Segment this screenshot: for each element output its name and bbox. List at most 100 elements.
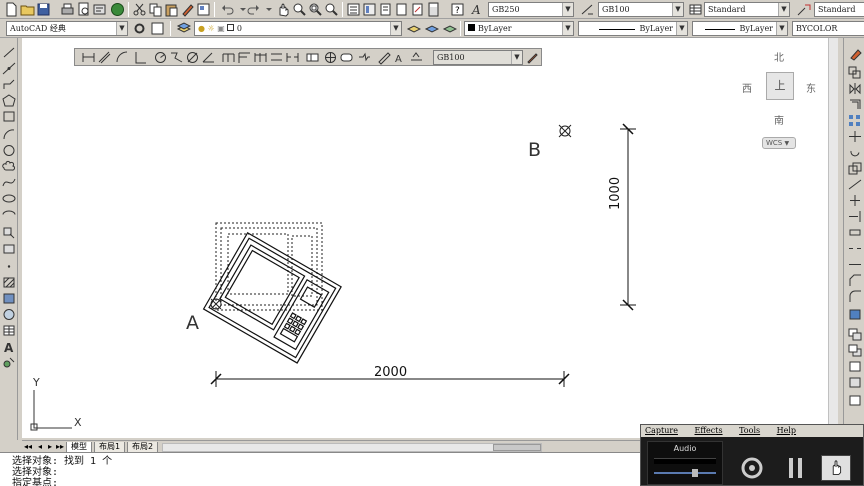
ordinate-dim-icon[interactable] [133, 50, 148, 65]
mirror-icon[interactable] [848, 82, 862, 95]
text-icon[interactable]: A [2, 340, 16, 353]
dim-space-icon[interactable] [269, 50, 284, 65]
color-combo[interactable]: ByLayer ▼ [464, 21, 574, 36]
layer-properties-icon[interactable] [176, 21, 191, 36]
insert-block-icon[interactable] [2, 226, 16, 239]
rectangle-icon[interactable] [2, 110, 16, 123]
explode-icon[interactable] [848, 308, 862, 321]
break-icon[interactable] [848, 242, 862, 255]
extend-icon[interactable] [848, 210, 862, 223]
text-to-front-icon[interactable] [848, 394, 862, 407]
dim-style-manager-icon[interactable] [525, 50, 540, 65]
aligned-dim-icon[interactable] [97, 50, 112, 65]
join-icon[interactable] [848, 258, 862, 271]
layer-combo[interactable]: ● ☼ ▣ 0 ▼ [194, 21, 402, 36]
gradient-icon[interactable] [2, 292, 16, 305]
add-selected-icon[interactable] [2, 356, 16, 369]
delete-recording-icon[interactable] [737, 455, 767, 481]
menu-capture[interactable]: Capture [645, 426, 678, 435]
markup-icon[interactable] [410, 2, 425, 17]
chamfer-icon[interactable] [848, 274, 862, 287]
workspace-save-icon[interactable] [150, 21, 165, 36]
array-icon[interactable] [848, 114, 862, 127]
vertical-scrollbar[interactable] [828, 38, 838, 438]
menu-help[interactable]: Help [777, 426, 796, 435]
lineweight-combo[interactable]: ByLayer ▼ [692, 21, 788, 36]
viewcube-top-face[interactable]: 上 [766, 72, 794, 100]
linear-dim-icon[interactable] [81, 50, 96, 65]
continue-dim-icon[interactable] [253, 50, 268, 65]
angular-dim-icon[interactable] [201, 50, 216, 65]
dim-text-edit-icon[interactable]: A [393, 50, 408, 65]
viewcube-west[interactable]: 西 [742, 80, 752, 95]
menu-tools[interactable]: Tools [739, 426, 760, 435]
scale-icon[interactable] [848, 162, 862, 175]
draworder-above-icon[interactable] [848, 360, 862, 373]
tab-nav-next-icon[interactable]: ▸ [48, 442, 52, 451]
move-icon[interactable] [848, 130, 862, 143]
jogged-linear-icon[interactable] [357, 50, 372, 65]
undo-icon[interactable] [220, 2, 235, 17]
tolerance-icon[interactable] [305, 50, 320, 65]
offset-icon[interactable] [848, 98, 862, 111]
sheet-set-icon[interactable] [394, 2, 409, 17]
arc-icon[interactable] [2, 128, 16, 141]
workspace-settings-icon[interactable] [132, 21, 147, 36]
block-editor-icon[interactable] [196, 2, 211, 17]
command-window[interactable]: 选择对象: 找到 1 个 选择对象: 指定基点: [0, 452, 640, 486]
polygon-icon[interactable] [2, 94, 16, 107]
plotstyle-combo[interactable]: BYCOLOR [792, 21, 864, 36]
point-icon[interactable] [2, 260, 16, 273]
text-style-icon[interactable]: A [470, 2, 485, 17]
pan-icon[interactable] [276, 2, 291, 17]
menu-effects[interactable]: Effects [694, 426, 722, 435]
radius-dim-icon[interactable] [153, 50, 168, 65]
draworder-front-icon[interactable] [848, 328, 862, 341]
draworder-back-icon[interactable] [848, 344, 862, 357]
spline-icon[interactable] [2, 176, 16, 189]
multileader-style-combo[interactable]: Standard [814, 2, 864, 17]
zoom-realtime-icon[interactable] [292, 2, 307, 17]
dim-update-icon[interactable] [409, 50, 424, 65]
dim-toolbar-style-combo[interactable]: GB100 ▼ [433, 50, 523, 65]
zoom-window-icon[interactable] [308, 2, 323, 17]
trim-icon[interactable] [848, 194, 862, 207]
arc-length-icon[interactable] [115, 50, 130, 65]
dim-edit-icon[interactable] [377, 50, 392, 65]
properties-icon[interactable] [346, 2, 361, 17]
print-preview-icon[interactable] [76, 2, 91, 17]
stretch-icon[interactable] [848, 178, 862, 191]
erase-icon[interactable] [848, 48, 862, 61]
wcs-menu[interactable]: WCS ▼ [762, 137, 796, 149]
diameter-dim-icon[interactable] [185, 50, 200, 65]
pause-icon[interactable] [781, 455, 811, 481]
table-icon[interactable] [2, 324, 16, 337]
tab-nav-last-icon[interactable]: ▸▸ [56, 442, 64, 451]
hatch-icon[interactable] [2, 276, 16, 289]
open-icon[interactable] [20, 2, 35, 17]
layer-state-icon[interactable] [442, 21, 457, 36]
tab-nav-prev-icon[interactable]: ◂ [38, 442, 42, 451]
table-style-combo[interactable]: Standard ▼ [704, 2, 790, 17]
audio-volume-slider[interactable] [654, 472, 716, 474]
new-icon[interactable] [4, 2, 19, 17]
text-style-combo[interactable]: GB250 ▼ [488, 2, 574, 17]
dim-break-icon[interactable] [285, 50, 300, 65]
copy-icon[interactable] [148, 2, 163, 17]
linetype-combo[interactable]: ByLayer ▼ [578, 21, 688, 36]
jogged-dim-icon[interactable] [169, 50, 184, 65]
construction-line-icon[interactable] [2, 62, 16, 75]
break-at-point-icon[interactable] [848, 226, 862, 239]
table-style-icon[interactable] [688, 2, 703, 17]
viewcube-north[interactable]: 北 [774, 49, 784, 64]
horizontal-scrollbar[interactable] [162, 443, 542, 452]
viewcube-east[interactable]: 东 [806, 80, 816, 95]
drawing-canvas[interactable]: A B 2000 1000 Y X 北 西 东 南 上 [22, 38, 838, 438]
match-properties-icon[interactable] [180, 2, 195, 17]
region-icon[interactable] [2, 308, 16, 321]
polyline-icon[interactable] [2, 78, 16, 91]
publish-icon[interactable] [92, 2, 107, 17]
cut-icon[interactable] [132, 2, 147, 17]
fillet-icon[interactable] [848, 290, 862, 303]
tab-nav-first-icon[interactable]: ◂◂ [24, 442, 32, 451]
